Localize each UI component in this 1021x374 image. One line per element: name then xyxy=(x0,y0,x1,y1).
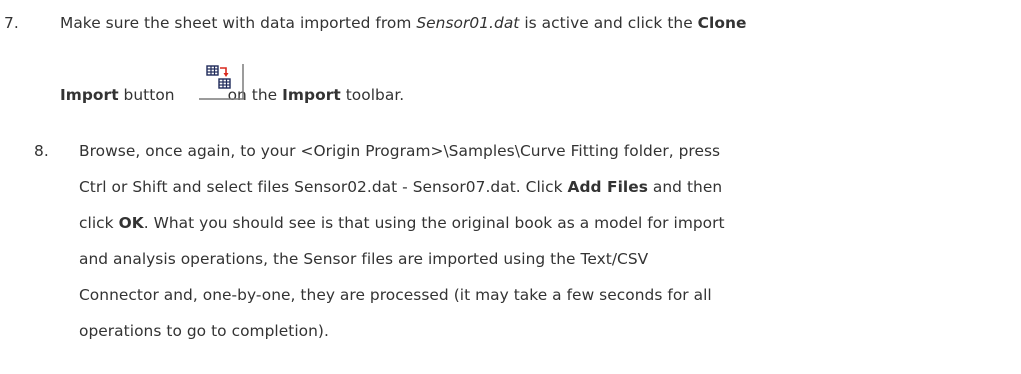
step-7-text: is active and click the xyxy=(519,14,698,32)
step-8-line-2: Ctrl or Shift and select files Sensor02.… xyxy=(79,178,722,196)
step-8-line-3: click OK. What you should see is that us… xyxy=(79,214,725,232)
step-7: 7. Make sure the sheet with data importe… xyxy=(0,0,1021,130)
step-8-text: Ctrl or Shift and select files Sensor02.… xyxy=(79,178,568,196)
toolbar-name: Import xyxy=(282,86,341,104)
step-8-text: . What you should see is that using the … xyxy=(143,214,725,232)
step-8-text: and then xyxy=(647,178,723,196)
clone-import-icon xyxy=(198,64,244,100)
step-7-line-1: Make sure the sheet with data imported f… xyxy=(60,14,746,32)
step-8-body: Browse, once again, to your <Origin Prog… xyxy=(79,130,1019,374)
step-8-line-6: operations to go to completion). xyxy=(79,322,329,340)
step-8: 8. Browse, once again, to your <Origin P… xyxy=(0,130,1021,374)
file-name: Sensor01.dat xyxy=(416,14,520,32)
step-8-line-1: Browse, once again, to your <Origin Prog… xyxy=(79,142,721,160)
clone-label: Clone xyxy=(697,14,747,32)
step-7-text: toolbar. xyxy=(340,86,405,104)
step-7-text: Make sure the sheet with data imported f… xyxy=(60,14,417,32)
import-label: Import xyxy=(60,86,119,104)
step-8-line-4: and analysis operations, the Sensor file… xyxy=(79,250,649,268)
step-8-text: click xyxy=(79,214,119,232)
step-7-text: button xyxy=(118,86,180,104)
step-number: 8. xyxy=(34,142,49,160)
add-files-label: Add Files xyxy=(567,178,648,196)
ok-label: OK xyxy=(118,214,144,232)
step-number: 7. xyxy=(4,14,19,32)
step-8-line-5: Connector and, one-by-one, they are proc… xyxy=(79,286,712,304)
